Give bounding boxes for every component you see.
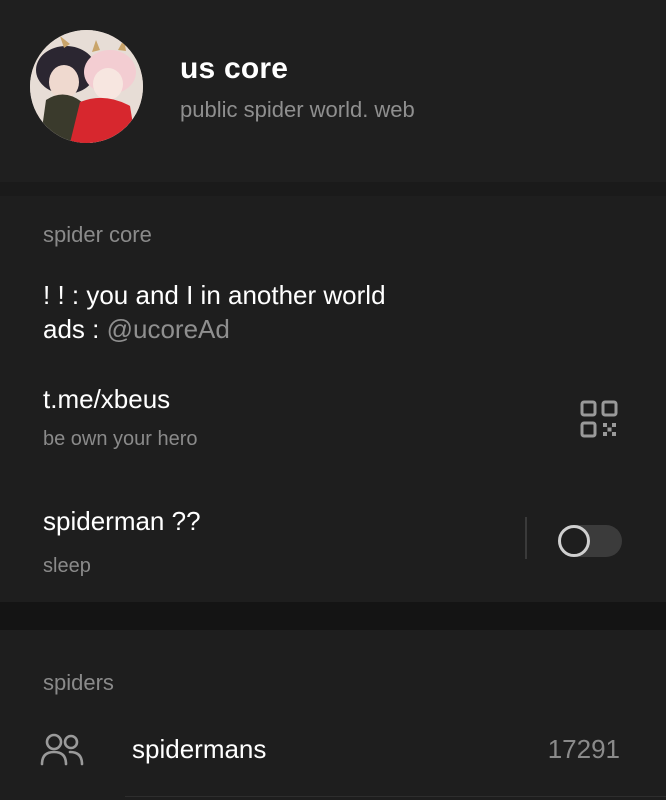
channel-title: us core	[180, 52, 289, 85]
info-section-label: spider core	[43, 222, 152, 247]
people-icon	[40, 732, 84, 766]
channel-header: us core public spider world. web	[0, 0, 666, 182]
toggle-title[interactable]: spiderman ??	[43, 506, 201, 537]
members-section-label: spiders	[43, 670, 114, 695]
toggle-knob	[558, 525, 590, 557]
channel-description[interactable]: ! ! : you and I in another world ads : @…	[43, 278, 386, 346]
bio-line: ! ! : you and I in another world	[43, 280, 386, 310]
avatar[interactable]	[30, 30, 143, 143]
channel-link-caption: be own your hero	[43, 428, 198, 450]
channel-subtitle: public spider world. web	[180, 97, 415, 122]
members-count: 17291	[547, 734, 620, 764]
ads-handle-link[interactable]: @ucoreAd	[107, 314, 230, 344]
channel-link[interactable]: t.me/xbeus	[43, 384, 170, 415]
members-row-label: spidermans	[132, 734, 267, 764]
toggle-subtitle: sleep	[43, 555, 91, 577]
bio-ads-prefix: ads :	[43, 314, 107, 344]
section-divider	[0, 602, 666, 630]
vertical-divider	[525, 517, 527, 559]
bio-ads-line: ads : @ucoreAd	[43, 312, 386, 346]
toggle-switch[interactable]	[558, 525, 622, 557]
row-separator	[125, 796, 666, 797]
qr-code-icon[interactable]	[580, 400, 618, 438]
